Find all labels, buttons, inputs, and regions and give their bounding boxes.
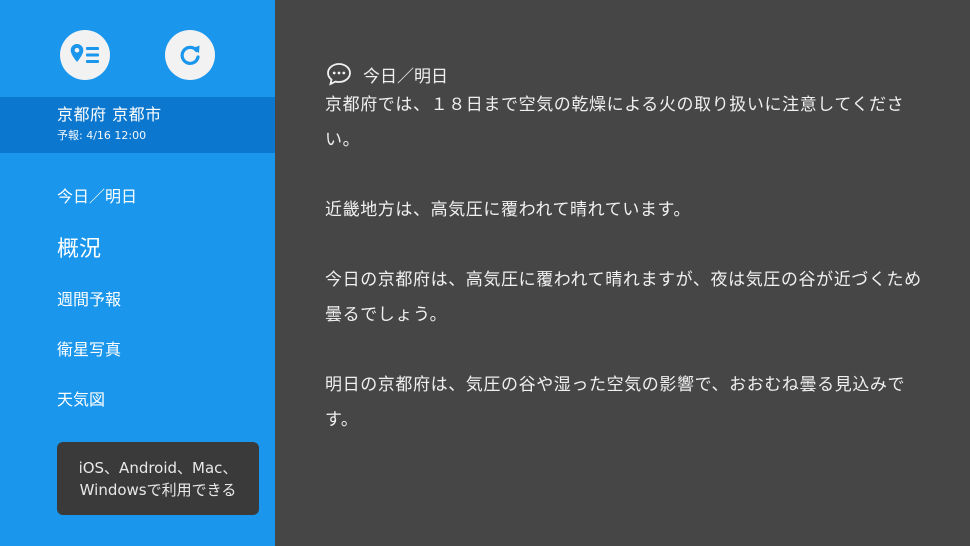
top-buttons [0,30,275,80]
forecast-time: 予報: 4/16 12:00 [57,129,147,142]
speech-bubble-icon [327,63,351,86]
platform-promo-button[interactable]: iOS、Android、Mac、 Windowsで利用できる [57,442,259,515]
refresh-button[interactable] [165,30,215,80]
location-list-icon [70,44,99,63]
forecast-text: 京都府では、１８日まで空気の乾燥による火の取り扱いに注意してください。 近畿地方… [325,88,970,438]
location-list-button[interactable] [60,30,110,80]
promo-line-1: iOS、Android、Mac、 [78,458,238,477]
nav-item-weather-map[interactable]: 天気図 [57,386,105,410]
location-band[interactable]: 京都府 京都市 予報: 4/16 12:00 [0,97,275,153]
app-window: 京都府 京都市 予報: 4/16 12:00 今日／明日 概況 週間予報 衛星写… [0,0,970,546]
forecast-paragraph: 京都府では、１８日まで空気の乾燥による火の取り扱いに注意してください。 [325,95,905,150]
sidebar: 京都府 京都市 予報: 4/16 12:00 今日／明日 概況 週間予報 衛星写… [0,0,275,546]
forecast-paragraph: 明日の京都府は、気圧の谷や湿った空気の影響で、おおむね曇る見込みです。 [325,375,906,430]
nav-item-weekly-forecast[interactable]: 週間予報 [57,286,121,310]
section-title: 今日／明日 [363,66,448,87]
nav-item-today-tomorrow[interactable]: 今日／明日 [57,183,137,207]
promo-line-2: Windowsで利用できる [79,480,237,499]
location-name: 京都府 京都市 [57,105,162,124]
forecast-paragraph: 近畿地方は、高気圧に覆われて晴れています。 [325,200,692,220]
nav-item-satellite-image[interactable]: 衛星写真 [57,336,121,360]
forecast-paragraph: 今日の京都府は、高気圧に覆われて晴れますが、夜は気圧の谷が近づくため曇るでしょう… [325,270,922,325]
nav-item-overview[interactable]: 概況 [57,231,101,263]
section-heading: 今日／明日 [325,60,970,88]
main-content: 今日／明日 京都府では、１８日まで空気の乾燥による火の取り扱いに注意してください… [275,0,970,546]
refresh-icon [180,45,200,65]
